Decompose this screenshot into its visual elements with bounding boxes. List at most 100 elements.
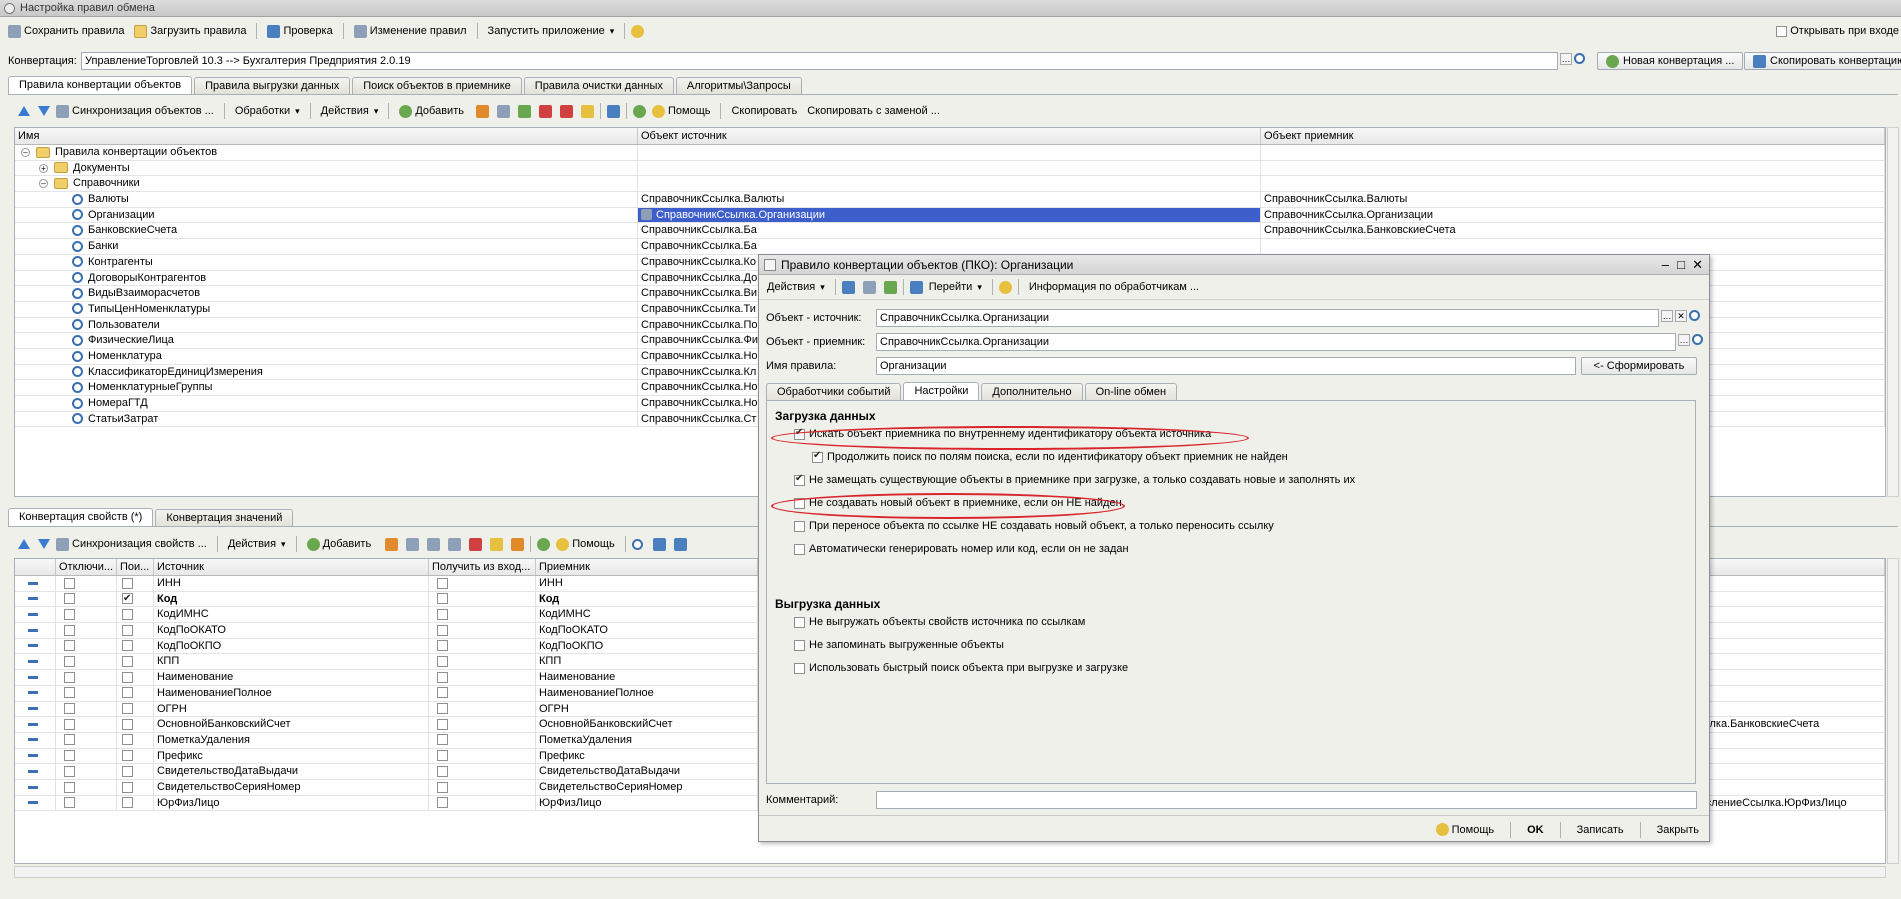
search-icon[interactable] — [1689, 310, 1700, 321]
move-up-icon[interactable] — [18, 106, 30, 116]
expand-toggle-icon[interactable]: + — [39, 163, 48, 173]
get-from-input-checkbox[interactable] — [437, 593, 448, 605]
comment-field[interactable] — [876, 791, 1697, 809]
launch-app-button[interactable]: Запустить приложение — [484, 23, 619, 39]
tab-property-conversion[interactable]: Конвертация свойств (*) — [8, 508, 154, 527]
add-button[interactable]: Добавить — [395, 103, 468, 120]
get-from-input-checkbox[interactable] — [437, 608, 448, 620]
get-from-input-checkbox[interactable] — [437, 734, 448, 746]
copy-icon[interactable] — [496, 104, 510, 118]
disable-checkbox[interactable] — [64, 797, 75, 809]
checkbox[interactable] — [1776, 25, 1788, 37]
sync-objects-button[interactable]: Синхронизация объектов ... — [52, 103, 218, 120]
get-from-input-checkbox[interactable] — [437, 765, 448, 777]
table-row[interactable]: БанковскиеСчета СправочникСсылка.Ба Спра… — [15, 223, 1885, 240]
unload-option-checkbox[interactable]: Не запоминать выгруженные объекты — [794, 636, 1128, 654]
delete-icon[interactable] — [448, 537, 462, 551]
disable-checkbox[interactable] — [64, 640, 75, 652]
wizard-icon[interactable] — [580, 104, 594, 118]
props-add-button[interactable]: Добавить — [303, 536, 376, 553]
get-from-input-checkbox[interactable] — [437, 624, 448, 636]
tab-additional[interactable]: Дополнительно — [981, 383, 1083, 400]
checkbox[interactable] — [794, 520, 805, 532]
close-icon[interactable]: ✕ — [1692, 255, 1703, 275]
get-from-input-checkbox[interactable] — [437, 640, 448, 652]
tab-settings[interactable]: Настройки — [903, 382, 980, 401]
props-hscrollbar[interactable] — [14, 866, 1886, 878]
actions-menu[interactable]: Действия — [317, 103, 383, 119]
handlers-info-button[interactable]: Информация по обработчикам ... — [1025, 279, 1203, 295]
load-option-checkbox[interactable]: Не замещать существующие объекты в прием… — [794, 471, 1355, 489]
back-icon[interactable] — [841, 280, 855, 294]
disable-checkbox[interactable] — [64, 608, 75, 620]
search-checkbox[interactable] — [122, 592, 133, 606]
delete-icon[interactable] — [538, 104, 552, 118]
refresh-icon[interactable] — [632, 104, 646, 118]
refresh-icon[interactable] — [883, 280, 897, 294]
disable-checkbox[interactable] — [64, 765, 75, 777]
footer-help-button[interactable]: Помощь — [1432, 821, 1499, 838]
search-checkbox[interactable] — [122, 781, 133, 793]
move-up-icon[interactable] — [18, 539, 30, 549]
load-option-checkbox[interactable]: Автоматически генерировать номер или код… — [794, 540, 1355, 558]
col-disable[interactable]: Отключи... — [56, 559, 117, 575]
arrow-right-icon[interactable] — [673, 537, 687, 551]
col-search[interactable]: Пои... — [117, 559, 154, 575]
disable-checkbox[interactable] — [64, 671, 75, 683]
copy-conversion-button[interactable]: Скопировать конвертацию — [1744, 52, 1901, 70]
rule-name-field[interactable]: Организации — [876, 357, 1576, 375]
edit-rules-button[interactable]: Изменение правил — [350, 23, 471, 40]
disable-checkbox[interactable] — [64, 656, 75, 668]
help-icon[interactable] — [631, 24, 645, 38]
search-checkbox[interactable] — [122, 750, 133, 762]
disable-checkbox[interactable] — [64, 593, 75, 605]
refresh-icon[interactable] — [537, 537, 551, 551]
tab-online-exchange[interactable]: On-line обмен — [1084, 383, 1178, 400]
get-from-input-checkbox[interactable] — [437, 577, 448, 589]
edit-icon[interactable] — [427, 537, 441, 551]
dest-field[interactable]: СправочникСсылка.Организации — [876, 333, 1676, 351]
goto-icon[interactable] — [606, 104, 620, 118]
expand-toggle-icon[interactable]: – — [21, 148, 30, 157]
open-on-login-checkbox[interactable]: Открывать при входе — [1776, 25, 1899, 37]
search-checkbox[interactable] — [122, 718, 133, 730]
move-down-icon[interactable] — [38, 539, 50, 549]
search-checkbox[interactable] — [122, 734, 133, 746]
copy-icon[interactable] — [406, 537, 420, 551]
save-icon[interactable] — [862, 280, 876, 294]
get-from-input-checkbox[interactable] — [437, 718, 448, 730]
arrow-left-icon[interactable] — [652, 537, 666, 551]
checkbox[interactable] — [794, 662, 805, 674]
load-option-checkbox[interactable]: При переносе объекта по ссылке НЕ создав… — [794, 517, 1355, 535]
tab-event-handlers[interactable]: Обработчики событий — [766, 383, 902, 400]
tab-algorithms[interactable]: Алгоритмы\Запросы — [675, 77, 802, 94]
tab-clear-rules[interactable]: Правила очистки данных — [523, 77, 674, 94]
disable-checkbox[interactable] — [64, 718, 75, 730]
table-row[interactable]: Организации СправочникСсылка.Организации… — [15, 207, 1885, 224]
search-checkbox[interactable] — [122, 703, 133, 715]
table-row[interactable]: – Справочники — [15, 176, 1885, 193]
checkbox[interactable] — [794, 473, 805, 486]
ok-button[interactable]: OK — [1523, 822, 1548, 838]
search-icon[interactable] — [631, 538, 643, 550]
close-button[interactable]: Закрыть — [1653, 822, 1703, 838]
checkbox[interactable] — [794, 639, 805, 651]
checkbox[interactable] — [812, 450, 823, 463]
search-checkbox[interactable] — [122, 577, 133, 589]
unload-option-checkbox[interactable]: Не выгружать объекты свойств источника п… — [794, 613, 1128, 631]
table-row[interactable]: Банки СправочникСсылка.Ба — [15, 239, 1885, 255]
search-checkbox[interactable] — [122, 687, 133, 699]
disable-checkbox[interactable] — [64, 781, 75, 793]
load-rules-button[interactable]: Загрузить правила — [130, 23, 250, 40]
get-from-input-checkbox[interactable] — [437, 797, 448, 809]
conversion-field[interactable]: УправлениеТорговлей 10.3 --> Бухгалтерия… — [81, 52, 1558, 70]
props-actions-menu[interactable]: Действия — [224, 536, 290, 552]
help-icon[interactable] — [998, 280, 1012, 294]
edit-icon[interactable] — [517, 104, 531, 118]
search-checkbox[interactable] — [122, 765, 133, 777]
wizard-icon[interactable] — [490, 537, 504, 551]
get-from-input-checkbox[interactable] — [437, 781, 448, 793]
disable-icon[interactable] — [559, 104, 573, 118]
expand-toggle-icon[interactable]: – — [39, 179, 48, 189]
tab-export-rules[interactable]: Правила выгрузки данных — [194, 77, 351, 94]
